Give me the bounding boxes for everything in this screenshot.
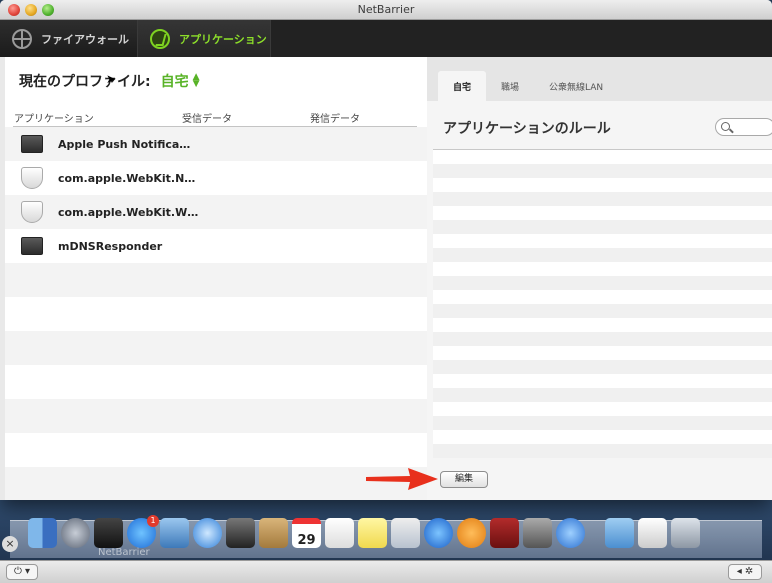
contacts-icon[interactable] [259, 518, 288, 548]
toolbar: ファイアウォール アプリケーション [0, 20, 772, 57]
mission-control-icon[interactable] [94, 518, 123, 548]
finder-icon[interactable] [28, 518, 57, 548]
red-arrow-annotation [366, 468, 438, 490]
empty-row [5, 433, 427, 467]
app-name: mDNSResponder [58, 239, 163, 253]
app-name: Apple Push Notifica… [58, 137, 191, 151]
table-row[interactable]: Apple Push Notifica… [5, 127, 427, 161]
preview-icon[interactable] [391, 518, 420, 548]
netbarrier-window: NetBarrier ファイアウォール アプリケーション 現在のプロファイル: … [0, 0, 772, 500]
dark-app-icon [21, 237, 43, 255]
app-store-icon[interactable]: 1 [127, 515, 159, 548]
mouse-cursor-icon: ➤ [106, 72, 117, 86]
power-icon[interactable]: ⏻ ▾ [6, 564, 38, 580]
column-header-received[interactable]: 受信データ [182, 110, 232, 125]
empty-row [5, 263, 427, 297]
profile-label: 現在のプロファイル: [19, 74, 151, 90]
edit-button[interactable]: 編集 [440, 471, 488, 488]
photo-booth-icon[interactable] [490, 518, 519, 548]
firewall-tab-button[interactable]: ファイアウォール [0, 20, 138, 57]
crosshair-icon [12, 28, 32, 49]
empty-row [5, 365, 427, 399]
applications-tab-button[interactable]: アプリケーション [138, 20, 271, 57]
table-row[interactable]: com.apple.WebKit.N… [5, 161, 427, 195]
tab-work[interactable]: 職場 [486, 71, 534, 101]
search-field[interactable] [715, 118, 772, 136]
firewall-label: ファイアウォール [41, 32, 129, 46]
gear-icon[interactable]: ◂ ✲ [728, 564, 762, 580]
folder-icon[interactable] [605, 518, 634, 548]
title-bar: NetBarrier [0, 0, 772, 20]
itunes-icon[interactable] [424, 518, 453, 548]
column-header-sent[interactable]: 発信データ [310, 110, 360, 125]
app-name: com.apple.WebKit.N… [58, 171, 196, 185]
rules-list[interactable] [433, 150, 772, 458]
document-icon[interactable] [638, 518, 667, 548]
column-header-application[interactable]: アプリケーション [14, 110, 94, 125]
rules-area: アプリケーションのルール 編集 [427, 101, 772, 500]
tab-public-wifi[interactable]: 公衆無線LAN [534, 71, 618, 101]
tab-home[interactable]: 自宅 [438, 71, 487, 101]
applications-table: Apple Push Notifica… com.apple.WebKit.N…… [5, 127, 427, 500]
rules-title: アプリケーションのルール [443, 121, 611, 137]
window-title: NetBarrier [357, 3, 415, 16]
applications-label: アプリケーション [179, 32, 267, 46]
empty-row [5, 399, 427, 433]
profile-value[interactable]: 自宅 [161, 71, 189, 91]
app-name: com.apple.WebKit.W… [58, 205, 199, 219]
close-icon[interactable]: × [2, 536, 18, 552]
updown-chevron-icon[interactable]: ▲ ▼ [193, 73, 200, 89]
wifi-icon[interactable] [556, 518, 585, 548]
calendar-icon[interactable]: 29 [292, 518, 321, 548]
applications-list-panel: 現在のプロファイル: 自宅 ▲ ▼ ➤ アプリケーション 受信データ 発信データ … [5, 57, 427, 500]
search-icon [721, 122, 730, 131]
empty-row [5, 467, 427, 500]
trash-icon[interactable] [671, 518, 700, 548]
empty-row [5, 331, 427, 365]
notes-icon[interactable] [358, 518, 387, 548]
dark-app-icon [21, 135, 43, 153]
dock-ghost-label: NetBarrier [98, 547, 150, 558]
shield-icon [21, 167, 43, 189]
shield-icon [21, 201, 43, 223]
location-tabs: 自宅 職場 公衆無線LAN [438, 71, 618, 101]
bottom-bar: ⏻ ▾ ◂ ✲ [0, 560, 772, 583]
safari-icon[interactable] [193, 518, 222, 548]
system-preferences-icon[interactable] [523, 518, 552, 548]
mail-stamp-icon[interactable] [160, 518, 189, 548]
rules-panel: 自宅 職場 公衆無線LAN アプリケーションのルール 編集 [427, 57, 772, 500]
table-row[interactable]: com.apple.WebKit.W… [5, 195, 427, 229]
facetime-icon[interactable] [226, 518, 255, 548]
launchpad-icon[interactable] [61, 518, 90, 548]
empty-row [5, 297, 427, 331]
app-store-badge: 1 [147, 515, 159, 527]
applications-icon [150, 28, 170, 49]
ibooks-icon[interactable] [457, 518, 486, 548]
table-row[interactable]: mDNSResponder [5, 229, 427, 263]
dock-icons: 1 29 [28, 515, 704, 548]
reminders-icon[interactable] [325, 518, 354, 548]
